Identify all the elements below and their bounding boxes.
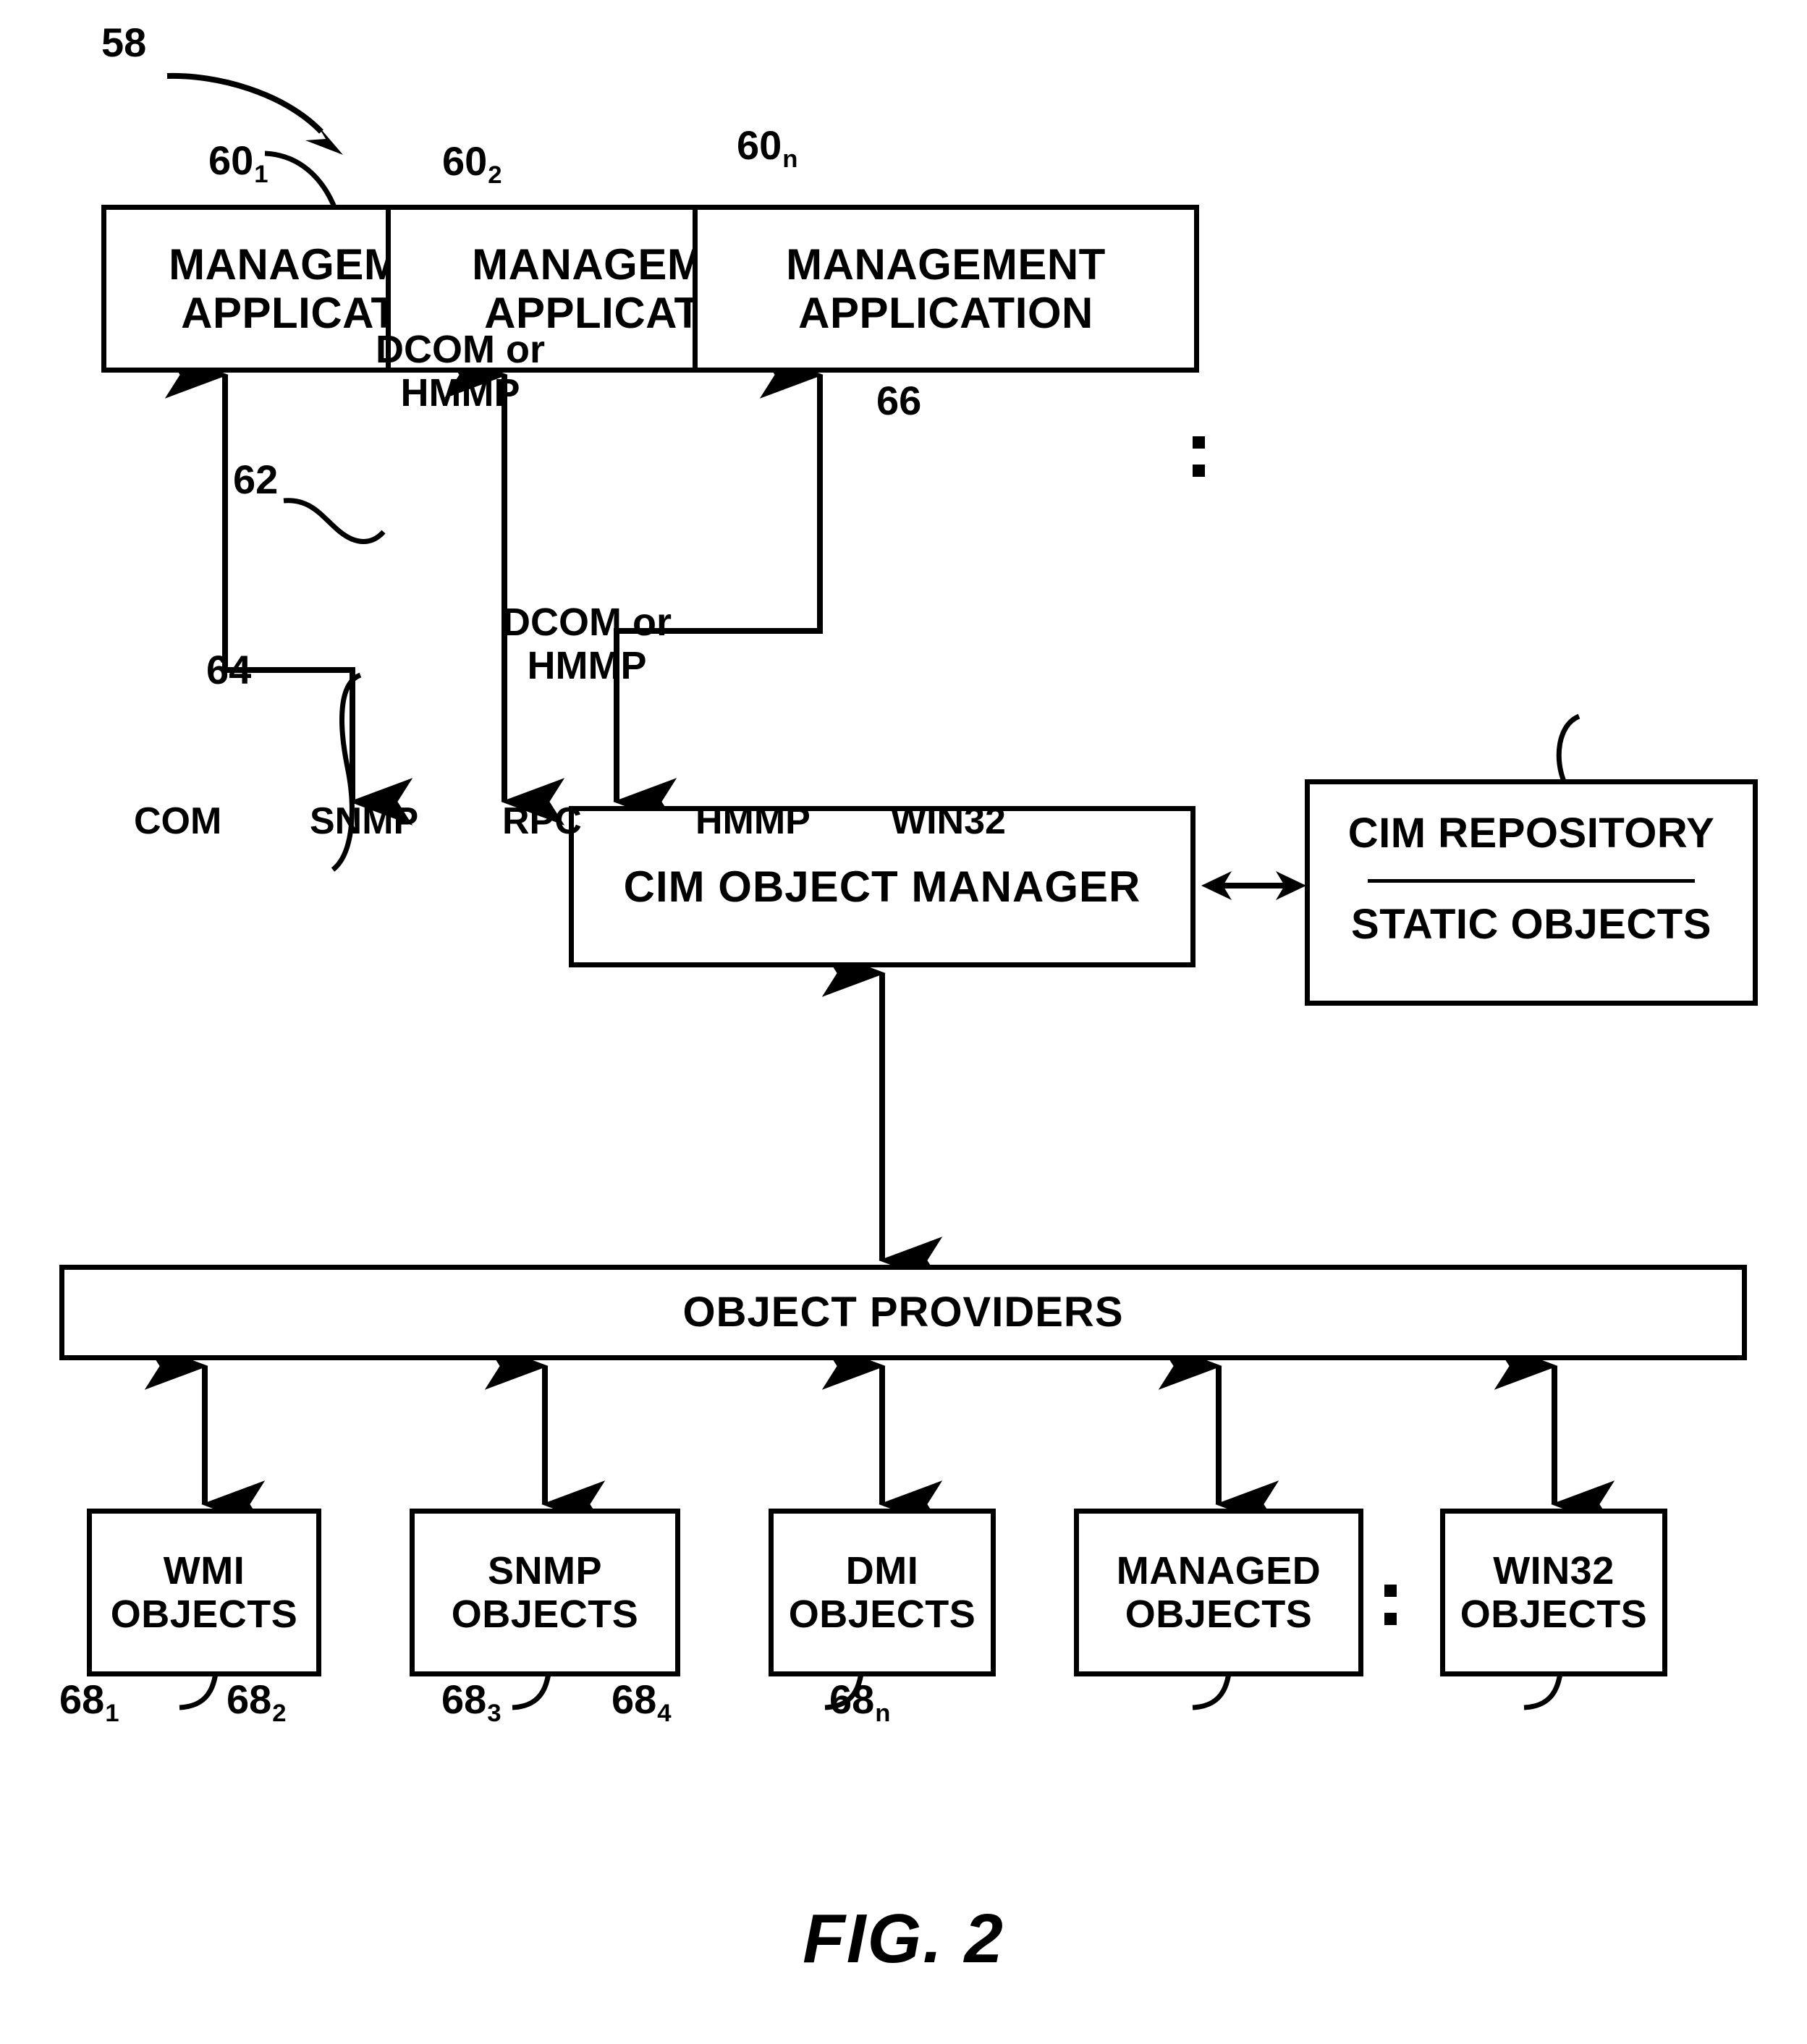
label-line-2: HMMP xyxy=(527,644,647,688)
ref-base: 68 xyxy=(829,1676,875,1722)
ref-subscript: 1 xyxy=(254,161,268,189)
object-providers-bar: OBJECT PROVIDERS xyxy=(59,1265,1747,1360)
box-label-line-2: OBJECTS xyxy=(788,1593,976,1636)
connector-label-snmp: SNMP xyxy=(310,800,419,842)
reference-numeral-60-n: 60n xyxy=(737,122,798,174)
connector-appn-to-cim xyxy=(613,351,824,826)
box-label-line-1: CIM REPOSITORY xyxy=(1347,810,1715,857)
box-label-line-1: WIN32 xyxy=(1493,1548,1615,1593)
wmi-objects-box: WMI OBJECTS xyxy=(87,1509,321,1676)
connector-label-rpc: RPC xyxy=(502,800,582,842)
reference-numeral-68-2: 682 xyxy=(227,1676,287,1728)
box-label: OBJECT PROVIDERS xyxy=(682,1288,1124,1336)
box-label-line-2: STATIC OBJECTS xyxy=(1351,900,1711,948)
ref-base: 68 xyxy=(441,1676,487,1722)
reference-numeral-68-3: 683 xyxy=(441,1676,502,1728)
dot xyxy=(1384,1613,1397,1625)
reference-numeral-66: 66 xyxy=(876,378,922,423)
connector-app1-to-cim xyxy=(164,351,413,826)
connector-label-com: COM xyxy=(134,800,222,842)
dot xyxy=(1384,1585,1397,1597)
reference-numeral-64: 64 xyxy=(206,647,252,692)
connector-label-dcom-hmmp-top: DCOM or HMMP xyxy=(376,328,545,415)
connector-label-win32: WIN32 xyxy=(891,800,1006,842)
label-line-1: DCOM or xyxy=(376,328,545,371)
ref-subscript: n xyxy=(782,145,798,174)
dot xyxy=(1193,465,1205,477)
snmp-objects-box: SNMP OBJECTS xyxy=(410,1509,680,1676)
reference-numeral-60-1: 601 xyxy=(208,137,268,189)
divider-rule xyxy=(1367,878,1696,883)
dot xyxy=(1193,436,1205,449)
box-label-line-2: OBJECTS xyxy=(1125,1593,1313,1636)
reference-numeral-60-2: 602 xyxy=(442,137,502,190)
management-application-box-n: MANAGEMENT APPLICATION xyxy=(693,205,1199,373)
ref-base: 60 xyxy=(208,137,254,183)
patent-figure-2: 58 601 602 60n 62 66 64 681 682 683 684 … xyxy=(0,0,1807,2044)
ref-subscript: n xyxy=(875,1700,891,1728)
ref-base: 60 xyxy=(737,122,782,168)
cim-repository-box: CIM REPOSITORY STATIC OBJECTS xyxy=(1305,779,1758,1006)
leader-62 xyxy=(283,498,386,544)
box-label-line-2: OBJECTS xyxy=(110,1593,298,1636)
figure-caption: FIG. 2 xyxy=(803,1900,1004,1977)
ref-subscript: 3 xyxy=(487,1700,502,1728)
box-label-line-1: MANAGED xyxy=(1116,1548,1321,1593)
box-label-line-1: MANAGEMENT xyxy=(786,239,1106,289)
box-label-line-2: OBJECTS xyxy=(1460,1593,1648,1636)
connector-label-hmmp: HMMP xyxy=(695,800,811,842)
label-line-1: DCOM or xyxy=(502,601,672,644)
box-label-line-1: SNMP xyxy=(487,1548,602,1593)
ref-subscript: 2 xyxy=(488,161,502,190)
ref-base: 68 xyxy=(59,1676,105,1722)
ref-base: 60 xyxy=(442,138,488,184)
dmi-objects-box: DMI OBJECTS xyxy=(769,1509,996,1676)
connector-label-dcom-hmmp-middle: DCOM or HMMP xyxy=(502,601,672,688)
cim-object-manager-box: CIM OBJECT MANAGER xyxy=(569,806,1196,967)
ref-base: 68 xyxy=(227,1676,272,1722)
box-label: CIM OBJECT MANAGER xyxy=(623,862,1141,911)
reference-numeral-68-1: 681 xyxy=(59,1676,119,1728)
reference-numeral-62: 62 xyxy=(233,457,279,502)
managed-objects-box: MANAGED OBJECTS xyxy=(1074,1509,1363,1676)
reference-numeral-68-n: 68n xyxy=(829,1676,891,1728)
vertical-ellipsis-icon-top xyxy=(1193,436,1205,493)
ref-subscript: 1 xyxy=(105,1700,119,1728)
ref-subscript: 2 xyxy=(272,1700,287,1728)
ref-base: 68 xyxy=(611,1676,657,1722)
ref-subscript: 4 xyxy=(657,1700,672,1728)
box-label-line-2: APPLICATION xyxy=(798,289,1093,337)
box-label-line-1: DMI xyxy=(845,1548,919,1593)
box-label-line-1: WMI xyxy=(163,1548,245,1593)
reference-numeral-68-4: 684 xyxy=(611,1676,672,1728)
win32-objects-box: WIN32 OBJECTS xyxy=(1440,1509,1667,1676)
reference-numeral-58: 58 xyxy=(101,20,147,65)
label-line-2: HMMP xyxy=(400,371,520,415)
vertical-ellipsis-icon-bottom xyxy=(1384,1585,1397,1641)
box-label-line-2: OBJECTS xyxy=(451,1593,639,1636)
